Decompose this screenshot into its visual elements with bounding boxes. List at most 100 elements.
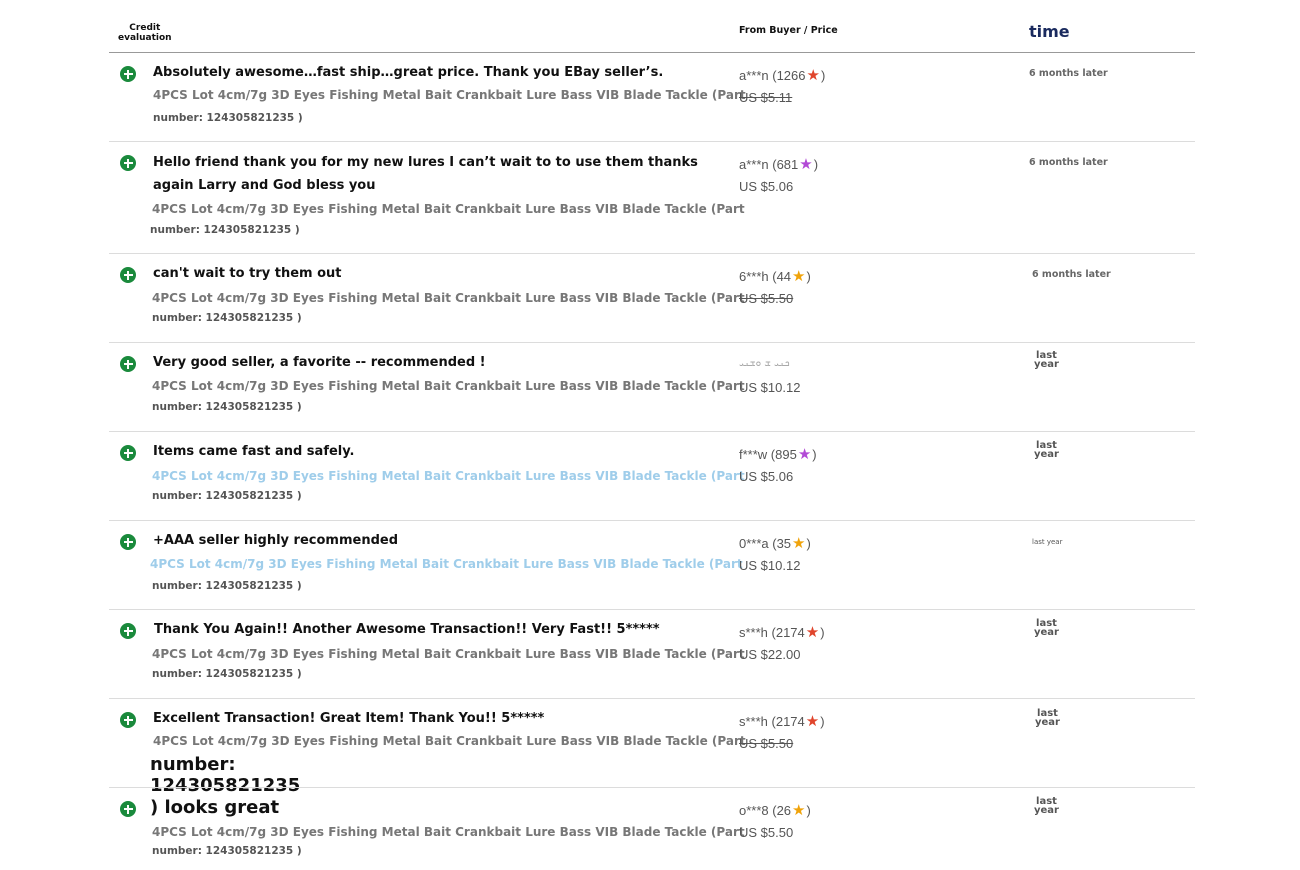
- positive-plus-icon: [120, 534, 136, 550]
- credit-evaluation-header: Credit evaluation: [118, 23, 172, 43]
- part-number: number: 124305821235 ): [152, 845, 302, 857]
- price: US $10.12: [739, 380, 801, 395]
- item-title-link[interactable]: 4PCS Lot 4cm/7g 3D Eyes Fishing Metal Ba…: [152, 291, 745, 305]
- item-title-link[interactable]: 4PCS Lot 4cm/7g 3D Eyes Fishing Metal Ba…: [152, 379, 745, 393]
- feedback-time: 6 months later: [1029, 157, 1108, 168]
- price: US $5.06: [739, 469, 794, 484]
- positive-plus-icon: [120, 155, 136, 171]
- positive-plus-icon: [120, 445, 136, 461]
- buyer-id: 6***h (44: [739, 269, 792, 284]
- buyer-name: a***n (1266★): [739, 66, 825, 84]
- feedback-star-icon: ★: [806, 67, 820, 84]
- price: US $22.00: [739, 647, 801, 662]
- time-header: time: [1029, 22, 1070, 41]
- price: US $5.50: [739, 291, 794, 306]
- feedback-time: last year: [1034, 351, 1059, 370]
- positive-plus-icon: [120, 712, 136, 728]
- item-title-link[interactable]: 4PCS Lot 4cm/7g 3D Eyes Fishing Metal Ba…: [152, 825, 745, 839]
- feedback-star-icon: ★: [792, 535, 806, 552]
- feedback-comment: Items came fast and safely.: [153, 444, 355, 459]
- buyer-id: s***h (2174: [739, 714, 805, 729]
- positive-plus-icon: [120, 267, 136, 283]
- part-number: number: 124305821235: [150, 754, 300, 796]
- price: US $5.50: [739, 825, 794, 840]
- row-divider: [109, 698, 1195, 699]
- buyer-close: ): [806, 269, 811, 284]
- part-number: number: 124305821235 ): [152, 401, 302, 413]
- feedback-time: 6 months later: [1029, 68, 1108, 79]
- part-number-line2: 124305821235: [150, 775, 301, 796]
- feedback-star-icon: ★: [805, 624, 820, 641]
- row-divider: [109, 431, 1195, 432]
- item-title-link[interactable]: 4PCS Lot 4cm/7g 3D Eyes Fishing Metal Ba…: [152, 202, 745, 216]
- feedback-comment: Absolutely awesome…fast ship…great price…: [153, 65, 664, 80]
- feedback-star-icon: ★: [805, 713, 820, 730]
- row-divider: [109, 520, 1195, 521]
- buyer-name: f***w (895★): [739, 445, 817, 463]
- buyer-id: s***h (2174: [739, 625, 805, 640]
- row-divider: [109, 253, 1195, 254]
- feedback-time: last year: [1032, 538, 1063, 546]
- feedback-comment: +AAA seller highly recommended: [153, 533, 399, 548]
- buyer-id: f***w (895: [739, 447, 797, 462]
- positive-plus-icon: [120, 66, 136, 82]
- price: US $5.50: [739, 736, 794, 751]
- feedback-comment: Hello friend thank you for my new lures …: [153, 155, 698, 193]
- time-line2: year: [1035, 717, 1060, 728]
- header-divider: [109, 52, 1195, 53]
- time-line2: year: [1034, 805, 1059, 816]
- buyer-name: s***h (2174★): [739, 712, 825, 730]
- feedback-time: last year: [1034, 619, 1059, 638]
- feedback-time: 6 months later: [1032, 269, 1111, 280]
- part-number: number: 124305821235 ): [153, 112, 303, 124]
- feedback-star-icon: ★: [797, 446, 812, 463]
- buyer-close: ): [820, 68, 826, 83]
- credit-header-line1: Credit: [129, 23, 161, 33]
- buyer-name: 6***h (44★): [739, 267, 811, 285]
- item-title-link[interactable]: 4PCS Lot 4cm/7g 3D Eyes Fishing Metal Ba…: [153, 88, 746, 102]
- item-title-link[interactable]: 4PCS Lot 4cm/7g 3D Eyes Fishing Metal Ba…: [152, 647, 745, 661]
- price: US $10.12: [739, 558, 801, 573]
- item-title-link[interactable]: 4PCS Lot 4cm/7g 3D Eyes Fishing Metal Ba…: [153, 734, 746, 748]
- feedback-star-icon: ★: [792, 268, 806, 285]
- part-number: number: 124305821235 ): [152, 312, 302, 324]
- row-divider: [109, 141, 1195, 142]
- buyer-name-garbled: ܟܢܝ ܫ ܘܫܢܝ: [739, 358, 790, 369]
- row-divider: [109, 342, 1195, 343]
- feedback-time: last year: [1034, 797, 1059, 816]
- positive-plus-icon: [120, 356, 136, 372]
- buyer-id: 0***a (35: [739, 536, 792, 551]
- positive-plus-icon: [120, 801, 136, 817]
- row-divider: [109, 787, 1195, 788]
- feedback-comment: ) looks great: [150, 797, 280, 818]
- item-title-link[interactable]: 4PCS Lot 4cm/7g 3D Eyes Fishing Metal Ba…: [152, 469, 745, 483]
- buyer-name: 0***a (35★): [739, 534, 811, 552]
- part-number: number: 124305821235 ): [150, 224, 300, 236]
- buyer-close: ): [820, 714, 825, 729]
- feedback-star-icon: ★: [799, 156, 813, 173]
- buyer-close: ): [806, 536, 811, 551]
- from-buyer-price-header: From Buyer / Price: [739, 25, 838, 36]
- row-divider: [109, 609, 1195, 610]
- time-line2: year: [1034, 449, 1059, 460]
- positive-plus-icon: [120, 623, 136, 639]
- part-number-line1: number:: [150, 754, 236, 775]
- buyer-close: ): [812, 447, 817, 462]
- item-title-link[interactable]: 4PCS Lot 4cm/7g 3D Eyes Fishing Metal Ba…: [150, 557, 743, 571]
- buyer-id: a***n (681: [739, 157, 799, 172]
- feedback-time: last year: [1035, 709, 1060, 728]
- feedback-star-icon: ★: [792, 802, 806, 819]
- time-line2: year: [1034, 359, 1059, 370]
- time-line2: year: [1034, 627, 1059, 638]
- part-number: number: 124305821235 ): [152, 580, 302, 592]
- credit-header-line2: evaluation: [118, 33, 172, 43]
- part-number: number: 124305821235 ): [152, 668, 302, 680]
- feedback-time: last year: [1034, 441, 1059, 460]
- part-number: number: 124305821235 ): [152, 490, 302, 502]
- feedback-comment: can't wait to try them out: [153, 266, 342, 281]
- buyer-close: ): [820, 625, 825, 640]
- feedback-comment: Thank You Again!! Another Awesome Transa…: [154, 622, 660, 637]
- price: US $5.11: [739, 90, 793, 105]
- price: US $5.06: [739, 179, 794, 194]
- buyer-close: ): [806, 803, 811, 818]
